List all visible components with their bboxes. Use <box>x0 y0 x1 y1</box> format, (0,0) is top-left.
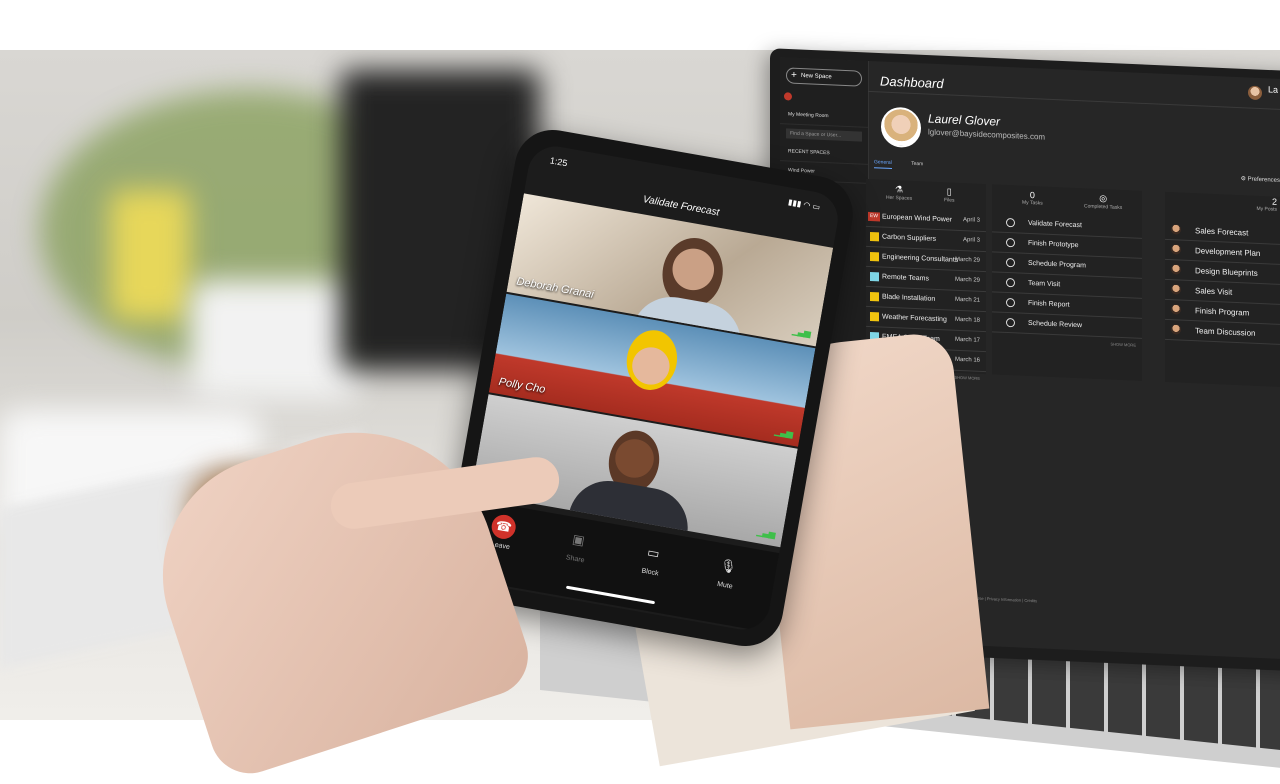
file-icon: ▯ <box>946 186 952 197</box>
task-checkbox[interactable] <box>1006 257 1015 268</box>
search-input[interactable]: Find a Space or User... <box>786 128 862 142</box>
space-color-icon <box>870 312 879 322</box>
author-avatar <box>1171 324 1181 335</box>
space-date: March 17 <box>954 336 980 344</box>
post-title: Finish Program <box>1195 306 1250 318</box>
task-name: Schedule Review <box>1028 319 1083 330</box>
space-color-icon: EW <box>868 211 880 222</box>
space-name: Carbon Suppliers <box>882 233 937 243</box>
space-name: Blade Installation <box>882 293 936 303</box>
task-name: Finish Prototype <box>1028 239 1079 250</box>
phone-screen: 1:25 ▮▮▮ ◠ ▭ Validate Forecast Deborah G… <box>455 142 843 634</box>
preferences-button[interactable]: ⚙ Preferences <box>1241 175 1280 184</box>
task-name: Team Visit <box>1028 279 1061 289</box>
tasks-panel: 0 My Tasks ◎ Completed Tasks Validate Fore… <box>992 184 1142 381</box>
screen-share-icon: ▣ <box>571 531 586 549</box>
space-color-icon <box>870 252 879 262</box>
author-avatar <box>1171 244 1181 255</box>
space-date: March 18 <box>954 316 980 324</box>
space-color-icon <box>870 232 879 242</box>
task-checkbox[interactable] <box>1006 277 1015 288</box>
space-color-icon <box>870 272 879 282</box>
profile-avatar <box>881 106 921 149</box>
completed-tasks-stat: ◎ Completed Tasks <box>1084 193 1123 212</box>
gear-icon: ⚙ <box>1240 176 1248 183</box>
space-date: March 29 <box>954 276 980 284</box>
tab-team[interactable]: Team <box>911 161 923 168</box>
space-date: March 29 <box>954 256 980 264</box>
space-name: European Wind Power <box>882 213 953 224</box>
space-color-icon <box>870 292 879 302</box>
posts-panel: 2 My Posts Sales Forecast Development Pla… <box>1165 191 1280 388</box>
signal-strength-icon: ▁▃▅ <box>756 526 776 539</box>
battery-icon: ▭ <box>811 201 821 212</box>
participant-video <box>622 326 682 394</box>
status-time: 1:25 <box>549 155 569 169</box>
page-title: Dashboard <box>880 73 944 92</box>
user-name-short: La <box>1267 84 1278 95</box>
tab-general[interactable]: General <box>874 159 892 169</box>
task-checkbox[interactable] <box>1006 237 1015 248</box>
space-name: Engineering Consultants <box>882 253 959 264</box>
post-title: Sales Forecast <box>1195 226 1249 238</box>
task-name: Validate Forecast <box>1028 219 1082 230</box>
space-name: Remote Teams <box>882 273 929 283</box>
post-title: Sales Visit <box>1195 286 1233 297</box>
app-logo-icon <box>784 92 792 101</box>
signal-strength-icon: ▁▃▅ <box>773 425 794 439</box>
space-date: March 16 <box>954 356 980 364</box>
tab-bar: General Team <box>874 159 941 169</box>
profile-name: Laurel Glover <box>928 111 1001 129</box>
sidebar-item-meeting-room[interactable]: My Meeting Room <box>780 105 868 128</box>
space-date: April 3 <box>962 237 980 244</box>
author-avatar <box>1171 304 1181 315</box>
author-avatar <box>1171 264 1181 275</box>
spaces-stat: ⚗ Her Spaces <box>886 184 913 202</box>
author-avatar <box>1171 284 1181 295</box>
author-avatar <box>1171 224 1181 235</box>
participant-name: Polly Cho <box>497 375 547 396</box>
share-button[interactable]: ▣ Share <box>547 523 608 567</box>
space-name: Weather Forecasting <box>882 313 947 324</box>
task-checkbox[interactable] <box>1006 317 1015 328</box>
plus-icon: + <box>791 69 797 81</box>
files-stat: ▯ Files <box>944 186 955 204</box>
signal-strength-icon: ▁▃▅ <box>791 325 811 339</box>
space-date: April 3 <box>962 217 980 224</box>
video-block-button[interactable]: ▭ Block <box>622 537 683 581</box>
microphone-icon: 🎙 <box>718 557 738 575</box>
task-checkbox[interactable] <box>1006 217 1015 228</box>
blurred-pot <box>190 280 360 400</box>
signal-icon: ▮▮▮ <box>787 197 803 209</box>
wifi-icon: ◠ <box>802 200 812 211</box>
phone-hangup-icon: ☎ <box>489 512 518 541</box>
avatar[interactable] <box>1248 85 1262 101</box>
mute-button[interactable]: 🎙 Mute <box>697 550 758 594</box>
space-date: March 21 <box>954 296 980 304</box>
task-name: Finish Report <box>1028 299 1070 309</box>
my-tasks-stat: 0 My Tasks <box>1022 189 1043 207</box>
new-space-button[interactable]: + New Space <box>786 67 862 87</box>
home-indicator <box>565 585 656 605</box>
post-title: Design Blueprints <box>1195 266 1258 278</box>
post-list-item[interactable]: Team Discussion <box>1165 319 1280 346</box>
profile-email: lglover@baysidecomposites.com <box>928 127 1046 142</box>
status-icons: ▮▮▮ ◠ ▭ <box>787 197 820 211</box>
task-name: Schedule Program <box>1028 259 1086 270</box>
blurred-yellow-cup <box>110 190 190 320</box>
video-camera-icon: ▭ <box>646 544 661 562</box>
post-title: Development Plan <box>1195 246 1261 259</box>
task-checkbox[interactable] <box>1006 297 1015 308</box>
post-title: Team Discussion <box>1195 326 1256 338</box>
